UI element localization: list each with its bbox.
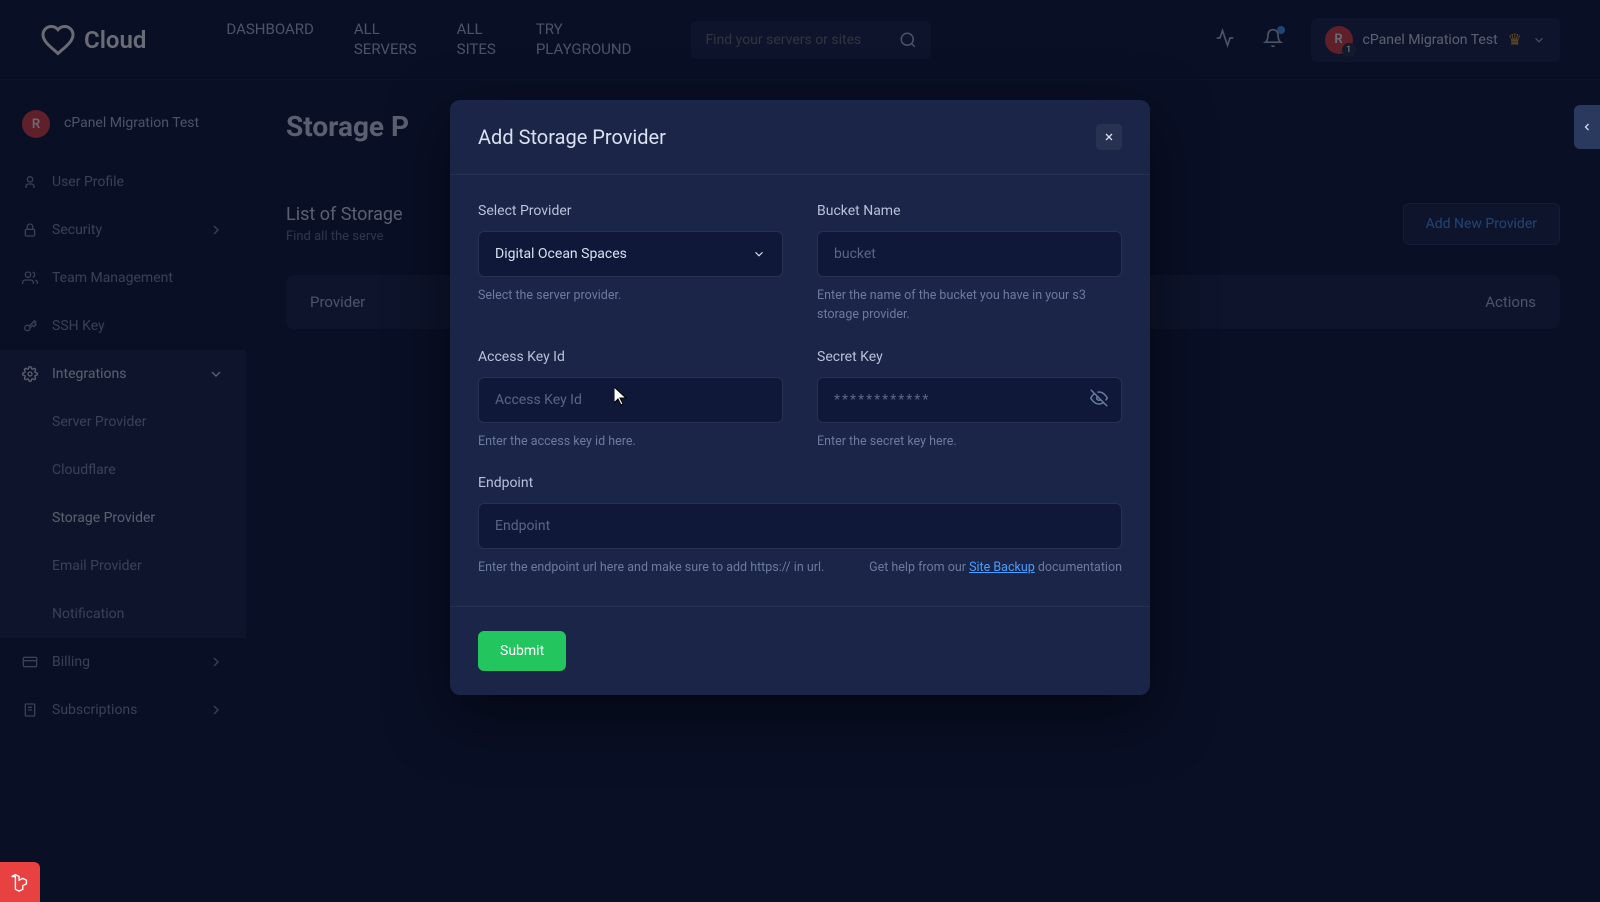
- field-bucket-name: Bucket Name Enter the name of the bucket…: [817, 203, 1122, 325]
- field-access-key: Access Key Id Enter the access key id he…: [478, 349, 783, 452]
- hint-secret-key: Enter the secret key here.: [817, 433, 1122, 452]
- label-select-provider: Select Provider: [478, 203, 783, 219]
- bucket-name-input[interactable]: [817, 231, 1122, 277]
- hint-select-provider: Select the server provider.: [478, 287, 783, 306]
- select-provider-dropdown[interactable]: Digital Ocean Spaces: [478, 231, 783, 277]
- hint-endpoint: Enter the endpoint url here and make sur…: [478, 559, 824, 578]
- label-bucket-name: Bucket Name: [817, 203, 1122, 219]
- submit-button[interactable]: Submit: [478, 631, 566, 671]
- chevron-left-icon: [1581, 121, 1593, 133]
- close-icon: [1103, 131, 1115, 143]
- add-storage-provider-modal: Add Storage Provider Select Provider Dig…: [450, 100, 1150, 695]
- label-endpoint: Endpoint: [478, 475, 1122, 491]
- help-text: Get help from our Site Backup documentat…: [869, 559, 1122, 578]
- secret-key-input[interactable]: [817, 377, 1122, 423]
- hint-access-key: Enter the access key id here.: [478, 433, 783, 452]
- field-secret-key: Secret Key Enter the secret key here.: [817, 349, 1122, 452]
- laravel-icon: [9, 871, 31, 893]
- field-select-provider: Select Provider Digital Ocean Spaces Sel…: [478, 203, 783, 325]
- eye-off-icon: [1090, 389, 1108, 407]
- close-button[interactable]: [1096, 124, 1122, 150]
- label-access-key: Access Key Id: [478, 349, 783, 365]
- site-backup-link[interactable]: Site Backup: [969, 560, 1035, 575]
- modal-title: Add Storage Provider: [478, 125, 666, 149]
- endpoint-input[interactable]: [478, 503, 1122, 549]
- hint-bucket-name: Enter the name of the bucket you have in…: [817, 287, 1122, 325]
- field-endpoint: Endpoint: [478, 475, 1122, 549]
- laravel-badge[interactable]: [0, 862, 40, 902]
- side-panel-toggle[interactable]: [1574, 105, 1600, 149]
- chevron-down-icon: [752, 247, 766, 261]
- access-key-input[interactable]: [478, 377, 783, 423]
- label-secret-key: Secret Key: [817, 349, 1122, 365]
- modal-overlay[interactable]: Add Storage Provider Select Provider Dig…: [0, 0, 1600, 902]
- toggle-secret-visibility-button[interactable]: [1090, 389, 1108, 411]
